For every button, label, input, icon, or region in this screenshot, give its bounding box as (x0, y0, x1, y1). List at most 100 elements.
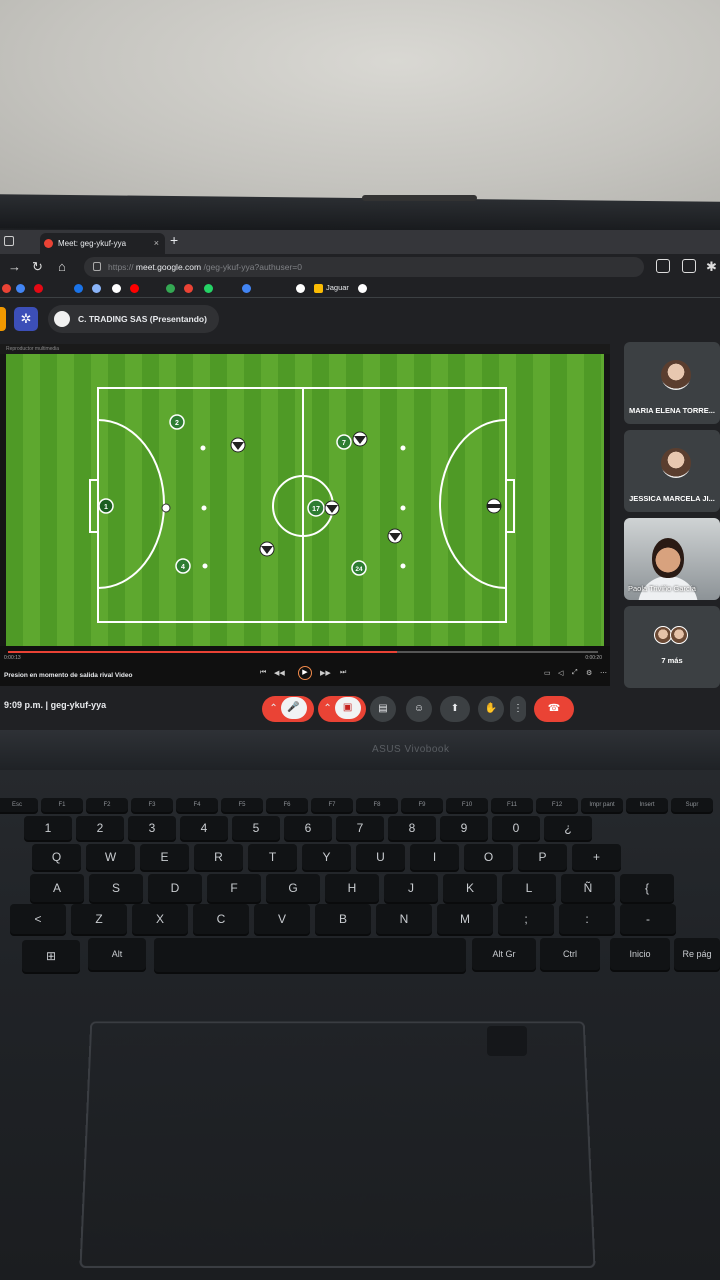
bookmark-icon[interactable] (296, 284, 305, 293)
key-o[interactable]: O (464, 844, 513, 870)
key-f4[interactable]: F4 (176, 798, 218, 812)
key-r[interactable]: R (194, 844, 243, 870)
windows-key-icon[interactable]: ⊞ (22, 940, 80, 972)
bookmark-icon[interactable] (92, 284, 101, 293)
key-f10[interactable]: F10 (446, 798, 488, 812)
key-j[interactable]: J (384, 874, 438, 902)
rival-marker[interactable] (230, 437, 246, 453)
captions-button[interactable]: ▤ (370, 696, 396, 722)
key-y[interactable]: Y (302, 844, 351, 870)
apps-icon[interactable]: ✲ (14, 307, 38, 331)
next-icon[interactable]: ⏭ (340, 669, 346, 677)
emoji-button[interactable]: ☺ (406, 696, 432, 722)
bookmark-whatsapp-icon[interactable] (204, 284, 213, 293)
touchpad[interactable] (79, 1021, 596, 1269)
player-7[interactable]: 7 (336, 434, 352, 450)
key-4[interactable]: 4 (180, 816, 228, 840)
bookmark-youtube-icon[interactable] (130, 284, 139, 293)
key-insert[interactable]: Insert (626, 798, 668, 812)
key-f11[interactable]: F11 (491, 798, 533, 812)
key-7[interactable]: 7 (336, 816, 384, 840)
raise-hand-button[interactable]: ✋ (478, 696, 504, 722)
camera-toggle-button[interactable]: ⌃ ▣ (318, 696, 366, 722)
rival-marker[interactable] (352, 431, 368, 447)
key-imprpant[interactable]: Impr pant (581, 798, 623, 812)
site-info-icon[interactable] (93, 262, 101, 271)
bookmark-icon[interactable] (242, 284, 251, 293)
bookmark-icon[interactable] (184, 284, 193, 293)
key-f7[interactable]: F7 (311, 798, 353, 812)
key-e[interactable]: E (140, 844, 189, 870)
key-ctrl[interactable]: Ctrl (540, 938, 600, 970)
key-k[interactable]: K (443, 874, 497, 902)
participant-tile[interactable]: MARIA ELENA TORRE... (624, 342, 720, 424)
leave-call-button[interactable]: ☎ (534, 696, 574, 722)
key-inicio[interactable]: Inicio (610, 938, 670, 970)
key-f12[interactable]: F12 (536, 798, 578, 812)
presenter-chip[interactable]: C. TRADING SAS (Presentando) (48, 305, 219, 333)
extension-icon[interactable] (656, 259, 670, 273)
key-f[interactable]: F (207, 874, 261, 902)
key-0[interactable]: 0 (492, 816, 540, 840)
forward-icon[interactable]: → (8, 259, 21, 274)
key-5[interactable]: 5 (232, 816, 280, 840)
bookmark-icon[interactable] (358, 284, 367, 293)
profile-icon[interactable] (682, 259, 696, 273)
key-l[interactable]: L (502, 874, 556, 902)
key-z[interactable]: Z (71, 904, 127, 934)
bookmark-icon[interactable] (16, 284, 25, 293)
tab-search-icon[interactable] (4, 236, 14, 246)
key-u[interactable]: U (356, 844, 405, 870)
bookmark-netflix-icon[interactable] (34, 284, 43, 293)
key-m[interactable]: M (437, 904, 493, 934)
puzzle-icon[interactable]: ✱ (706, 259, 717, 275)
participant-video-tile[interactable]: Paola Triviño García (624, 518, 720, 600)
tab-meet[interactable]: Meet: geg-ykuf-yya × (40, 233, 165, 254)
rewind-icon[interactable]: ◀◀ (274, 669, 285, 677)
key-w[interactable]: W (86, 844, 135, 870)
url-field[interactable]: https:// meet.google.com /geg-ykuf-yya?a… (84, 257, 644, 277)
player-1[interactable]: 1 (98, 498, 114, 514)
bookmark-icon[interactable] (166, 284, 175, 293)
key-g[interactable]: G (266, 874, 320, 902)
key-b[interactable]: B (315, 904, 371, 934)
chevron-up-icon[interactable]: ⌃ (269, 703, 277, 714)
key-8[interactable]: 8 (388, 816, 436, 840)
captions-icon[interactable]: ▭ (544, 669, 551, 677)
sidebar-toggle[interactable] (0, 307, 6, 331)
player-24[interactable]: 24 (351, 560, 367, 576)
key-ñ[interactable]: Ñ (561, 874, 615, 902)
forward-icon[interactable]: ▶▶ (320, 669, 331, 677)
key-[interactable]: + (572, 844, 621, 870)
fullscreen-icon[interactable]: ⤢ (572, 669, 578, 677)
key-q[interactable]: Q (32, 844, 81, 870)
key-s[interactable]: S (89, 874, 143, 902)
rival-marker[interactable] (259, 541, 275, 557)
key-9[interactable]: 9 (440, 816, 488, 840)
key-d[interactable]: D (148, 874, 202, 902)
key-t[interactable]: T (248, 844, 297, 870)
video-progress-bar[interactable] (8, 651, 598, 653)
key-f3[interactable]: F3 (131, 798, 173, 812)
futsal-field-video[interactable]: 2 7 1 17 4 24 (6, 354, 604, 646)
key-2[interactable]: 2 (76, 816, 124, 840)
key-esc[interactable]: Esc (0, 798, 38, 812)
key-supr[interactable]: Supr (671, 798, 713, 812)
bookmark-folder-label[interactable]: Jaguar (326, 283, 349, 292)
mic-toggle-button[interactable]: ⌃ 🎤 (262, 696, 314, 722)
rival-marker[interactable] (324, 500, 340, 516)
home-icon[interactable]: ⌂ (58, 259, 66, 274)
bookmark-icon[interactable] (74, 284, 83, 293)
player-2[interactable]: 2 (169, 414, 185, 430)
key-1[interactable]: 1 (24, 816, 72, 840)
key-n[interactable]: N (376, 904, 432, 934)
participant-tile[interactable]: JESSICA MARCELA JI... (624, 430, 720, 512)
key-a[interactable]: A (30, 874, 84, 902)
more-options-button[interactable]: ⋮ (510, 696, 526, 722)
reload-icon[interactable]: ↻ (32, 259, 43, 275)
space-bar[interactable] (154, 938, 466, 972)
key-[interactable]: ¿ (544, 816, 592, 840)
key-alt[interactable]: Alt (88, 938, 146, 970)
key-f5[interactable]: F5 (221, 798, 263, 812)
rival-marker[interactable] (387, 528, 403, 544)
